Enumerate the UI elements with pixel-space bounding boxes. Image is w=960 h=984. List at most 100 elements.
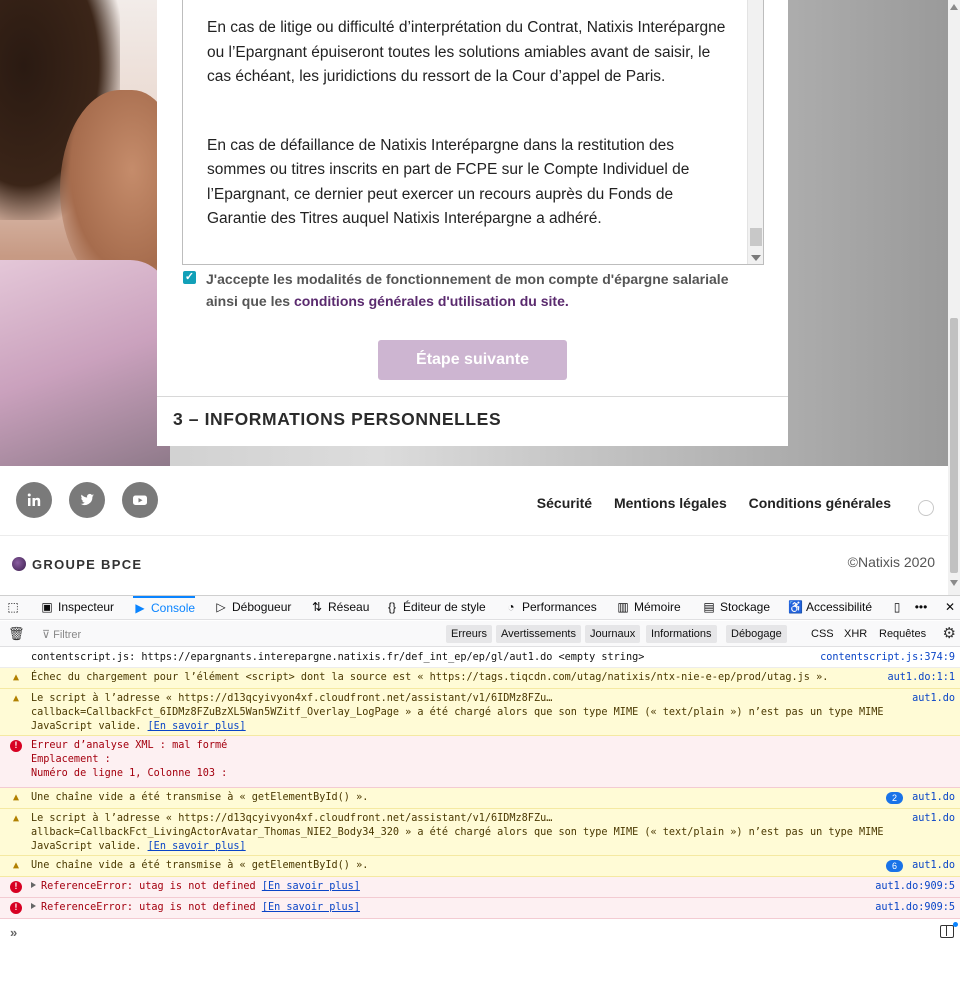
footer-links: Sécurité Mentions légales Conditions gén… [519, 495, 891, 511]
tab-performances[interactable]: ◔ Performances [504, 596, 597, 620]
memory-icon: ▥ [617, 600, 629, 614]
tab-performances-label: Performances [522, 600, 597, 614]
console-filter-bar: 🗑 ⊽ Filtrer Erreurs Avertissements Journ… [0, 621, 960, 647]
devtools-toolbar: ⬚ ▣ Inspecteur ▶ Console ▷ Débogueur ⇅ Résea… [0, 596, 960, 620]
gear-icon[interactable]: ⚙ [943, 624, 956, 642]
console-message-line: Erreur d’analyse XML : mal formé [31, 740, 228, 751]
expand-triangle-icon[interactable] [31, 903, 36, 909]
terms-of-use-link[interactable]: conditions générales d'utilisation du si… [294, 293, 569, 309]
filter-xhr[interactable]: XHR [844, 628, 867, 640]
learn-more-link[interactable]: [En savoir plus] [262, 881, 360, 892]
pick-element-icon[interactable]: ⬚ [6, 596, 24, 620]
tab-console[interactable]: ▶ Console [133, 596, 196, 620]
console-message-source[interactable]: aut1.do [912, 791, 955, 805]
console-message-line: JavaScript valide. [31, 841, 142, 852]
scroll-up-arrow-icon[interactable] [950, 4, 958, 10]
filter-debug[interactable]: Débogage [726, 625, 787, 643]
console-message-line: Emplacement : [31, 754, 111, 765]
power-icon[interactable] [918, 500, 934, 516]
tab-editeur-style[interactable]: {} Éditeur de style [385, 596, 486, 620]
hero-photo [0, 0, 180, 466]
tab-memoire[interactable]: ▥ Mémoire [616, 596, 681, 620]
filter-requests[interactable]: Requêtes [879, 628, 926, 640]
filter-warnings[interactable]: Avertissements [496, 625, 581, 643]
terms-text: En cas de litige ou difficulté d’interpr… [207, 16, 727, 264]
page-scrollbar[interactable] [948, 0, 960, 595]
console-message-text: contentscript.js: https://epargnants.int… [31, 652, 645, 663]
error-icon: ! [10, 881, 22, 893]
notification-dot [953, 922, 958, 927]
groupe-bpce-logo[interactable]: GROUPE BPCE [12, 557, 142, 572]
section-title[interactable]: 3 – INFORMATIONS PERSONNELLES [173, 409, 501, 430]
expand-triangle-icon[interactable] [31, 882, 36, 888]
network-icon: ⇅ [311, 600, 323, 614]
console-message[interactable]: ! ReferenceError: utag is not defined [E… [0, 898, 960, 919]
web-page: En cas de litige ou difficulté d’interpr… [0, 0, 960, 595]
console-input[interactable]: » [0, 921, 960, 943]
tab-stockage-label: Stockage [720, 600, 771, 614]
console-message-text: Le script à l’adresse « https://d13qcyiv… [31, 812, 884, 854]
sidebar-toggle-icon[interactable] [940, 925, 954, 938]
console-message-line: Le script à l’adresse « https://d13qcyiv… [31, 693, 553, 704]
filter-logs[interactable]: Journaux [585, 625, 641, 643]
clear-console-icon[interactable]: 🗑 [8, 626, 25, 642]
console-message: ▲ Une chaîne vide a été transmise à « ge… [0, 856, 960, 877]
accept-terms-checkbox[interactable]: ✓ [183, 271, 196, 284]
scroll-down-arrow-icon[interactable] [751, 255, 761, 261]
repeat-count-badge: 2 [885, 792, 903, 804]
tab-accessibilite[interactable]: ♿ Accessibilité [788, 596, 872, 620]
console-message-text: ReferenceError: utag is not defined [En … [31, 901, 871, 915]
console-message-source[interactable]: aut1.do:909:5 [875, 880, 955, 894]
footer-link-security[interactable]: Sécurité [537, 495, 592, 511]
tab-debogueur[interactable]: ▷ Débogueur [214, 596, 291, 620]
terms-scroll-box[interactable]: En cas de litige ou difficulté d’interpr… [182, 0, 764, 265]
console-message: ▲ Une chaîne vide a été transmise à « ge… [0, 788, 960, 809]
responsive-mode-icon[interactable]: ▯ [890, 596, 908, 620]
terms-scrollbar-thumb[interactable] [750, 228, 762, 246]
footer-bottom: GROUPE BPCE ©Natixis 2020 [0, 536, 948, 595]
console-message-source[interactable]: contentscript.js:374:9 [820, 651, 955, 665]
filter-css[interactable]: CSS [811, 628, 834, 640]
tab-accessibilite-label: Accessibilité [806, 600, 873, 614]
terms-paragraph-1: En cas de litige ou difficulté d’interpr… [207, 19, 726, 85]
warning-icon: ▲ [12, 672, 20, 683]
learn-more-link[interactable]: [En savoir plus] [262, 902, 360, 913]
console-message[interactable]: ! ReferenceError: utag is not defined [E… [0, 877, 960, 898]
console-message-text: Une chaîne vide a été transmise à « getE… [31, 860, 369, 871]
footer-social-bar: Sécurité Mentions légales Conditions gén… [0, 466, 948, 536]
tab-console-label: Console [151, 601, 196, 615]
console-message-source[interactable]: aut1.do:1:1 [888, 671, 955, 685]
page-scrollbar-thumb[interactable] [950, 318, 958, 573]
more-options-icon[interactable]: ••• [914, 596, 932, 620]
scroll-down-arrow-icon[interactable] [950, 580, 958, 586]
tab-memoire-label: Mémoire [634, 600, 681, 614]
footer-link-terms[interactable]: Conditions générales [749, 495, 891, 511]
console-message-source[interactable]: aut1.do:909:5 [875, 901, 955, 915]
console-message-text: Erreur d’analyse XML : mal formé Emplace… [31, 739, 871, 781]
console-message-source[interactable]: aut1.do [912, 812, 955, 826]
youtube-icon[interactable] [122, 482, 158, 518]
learn-more-link[interactable]: [En savoir plus] [148, 841, 246, 852]
terms-scrollbar[interactable] [747, 0, 763, 264]
bpce-logo-text: GROUPE BPCE [32, 557, 143, 572]
tab-reseau[interactable]: ⇅ Réseau [310, 596, 369, 620]
footer-link-legal[interactable]: Mentions légales [614, 495, 727, 511]
filter-errors[interactable]: Erreurs [446, 625, 493, 643]
twitter-icon[interactable] [69, 482, 105, 518]
console-message-source[interactable]: aut1.do [912, 859, 955, 873]
hero-photo-shirt [0, 260, 170, 466]
close-icon[interactable]: ✕ [943, 596, 960, 620]
tab-inspecteur[interactable]: ▣ Inspecteur [40, 596, 114, 620]
console-filter-input[interactable]: ⊽ Filtrer [42, 628, 81, 641]
terms-paragraph-2: En cas de défaillance de Natixis Interép… [207, 136, 690, 228]
learn-more-link[interactable]: [En savoir plus] [148, 721, 246, 732]
warning-icon: ▲ [12, 693, 20, 704]
performance-icon: ◔ [507, 600, 515, 614]
filter-info[interactable]: Informations [646, 625, 717, 643]
next-step-button[interactable]: Étape suivante [378, 340, 567, 380]
console-message-text: Le script à l’adresse « https://d13qcyiv… [31, 692, 884, 734]
tab-stockage[interactable]: ▤ Stockage [702, 596, 770, 620]
linkedin-icon[interactable] [16, 482, 52, 518]
error-icon: ! [10, 902, 22, 914]
console-message-source[interactable]: aut1.do [912, 692, 955, 706]
